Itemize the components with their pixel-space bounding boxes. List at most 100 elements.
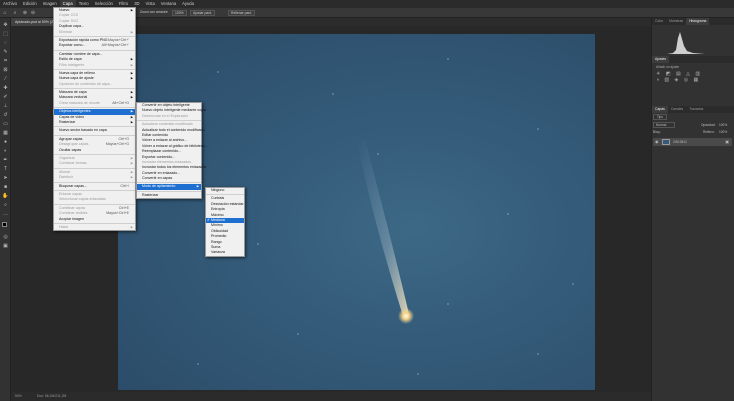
tab-histogram[interactable]: Histograma — [686, 18, 710, 25]
visibility-eye-icon[interactable]: ◉ — [655, 138, 659, 146]
menu-separator — [54, 68, 135, 70]
eraser-tool-icon[interactable]: ▭ — [2, 121, 9, 128]
quick-mask-icon[interactable]: ◎ — [2, 234, 9, 241]
menubar-item[interactable]: Vista — [143, 0, 158, 8]
scrubby-zoom-toggle[interactable]: Zoom con arrastre — [138, 10, 170, 16]
menu-item-label: Rango — [211, 239, 222, 244]
menu-item: Distribuir ▶ — [54, 175, 135, 180]
menu-separator — [54, 88, 135, 90]
adjustments-tabs: Ajustes — [652, 56, 734, 63]
menu-item-label: Filtro inteligente — [59, 62, 85, 67]
menu-item[interactable]: Rasterizar ▶ — [54, 120, 135, 125]
marquee-tool-icon[interactable]: ⬚ — [2, 31, 9, 38]
menu-item[interactable]: Ocultar capas — [54, 148, 135, 153]
lasso-tool-icon[interactable]: ◌ — [2, 40, 9, 47]
more-tools-icon[interactable]: … — [2, 211, 9, 218]
dodge-tool-icon[interactable]: ◐ — [2, 148, 9, 155]
screen-mode-icon[interactable]: ▣ — [2, 243, 9, 250]
submenu-arrow-icon: ▶ — [130, 224, 133, 229]
healing-brush-icon[interactable]: ✚ — [2, 85, 9, 92]
tab-swatches[interactable]: Muestras — [666, 18, 686, 25]
menu-item[interactable]: Bloquear capas... Ctrl+/ — [54, 184, 135, 189]
menu-item-label: Modo de apilamiento — [142, 184, 176, 189]
menu-item[interactable]: Varianza — [206, 250, 244, 255]
menu-item[interactable]: Acoplar imagen — [54, 217, 135, 222]
menu-item-label: Incrustar todos los elementos enlazados — [142, 165, 207, 170]
crop-tool-icon[interactable]: ⌗ — [2, 58, 9, 65]
fill-value[interactable]: 100% — [719, 129, 727, 136]
frame-tool-icon[interactable]: ⊠ — [2, 67, 9, 74]
gradient-tool-icon[interactable]: ▦ — [2, 130, 9, 137]
smart-object-icon: ▣ — [725, 139, 729, 144]
menu-item: Crear máscara de recorte Alt+Ctrl+G — [54, 101, 135, 106]
zoom-in-icon[interactable]: ⊕ — [22, 10, 28, 16]
menu-item-label: Capas de vídeo — [59, 114, 85, 119]
layer-name[interactable]: ZW13812 — [673, 138, 687, 146]
move-tool-icon[interactable]: ✥ — [2, 22, 9, 29]
clone-stamp-icon[interactable]: ⊥ — [2, 103, 9, 110]
menu-item-label: Convertir en capas — [142, 176, 173, 181]
menu-item-label: Cambiar nombre de capa... — [59, 51, 103, 56]
history-brush-icon[interactable]: ↺ — [2, 112, 9, 119]
menu-separator — [54, 189, 135, 191]
path-select-icon[interactable]: ➤ — [2, 175, 9, 182]
menubar-item[interactable]: Ayuda — [179, 0, 197, 8]
pen-tool-icon[interactable]: ✒ — [2, 157, 9, 164]
tab-channels[interactable]: Canales — [668, 106, 686, 113]
submenu-arrow-icon: ▶ — [196, 184, 199, 189]
layer-kind-filter[interactable]: Tipo — [653, 114, 732, 121]
adjustment-icons[interactable]: ☀ ◩ ▤ ◬ ▥ ◑ ▧ ◈ ◎ ▦ — [656, 71, 726, 85]
shortcut-label: Ctrl+/ — [120, 183, 129, 188]
blur-tool-icon[interactable]: ● — [2, 139, 9, 146]
tab-adjustments[interactable]: Ajustes — [652, 56, 670, 63]
menu-item-label: Ninguno — [211, 188, 225, 192]
menu-item: Desvincular en el Explorador — [137, 114, 201, 119]
menubar-item[interactable]: Archivo — [0, 0, 20, 8]
tab-color[interactable]: Color — [652, 18, 666, 25]
menu-item-label: Exportar contenido... — [142, 154, 176, 159]
lock-label: Bloq.: — [653, 130, 662, 134]
zoom-tool-icon[interactable]: ⌕ — [12, 10, 18, 16]
zoom-out-icon[interactable]: ⊖ — [30, 10, 36, 16]
menu-separator — [54, 153, 135, 155]
menubar-item[interactable]: Ventana — [158, 0, 179, 8]
menu-item[interactable]: Exportar como... Alt+Mayús+Ctrl+' — [54, 43, 135, 48]
menu-item-label: Rasterizar — [59, 120, 76, 125]
menu-item[interactable]: Convertir en capas — [137, 176, 201, 181]
menu-separator — [137, 182, 201, 184]
fit-screen-button[interactable]: Ajustar pant. — [190, 10, 216, 16]
quick-select-tool-icon[interactable]: ✎ — [2, 49, 9, 56]
menu-item[interactable]: Nuevo sector basado en capa — [54, 128, 135, 133]
foreground-color-swatch[interactable] — [2, 222, 7, 227]
blend-mode-select[interactable]: Normal — [653, 122, 676, 128]
menu-item-label: Volver a enlazar al archivo... — [142, 138, 188, 143]
menu-separator — [54, 167, 135, 169]
tab-paths[interactable]: Trazados — [686, 106, 706, 113]
menu-item-label: Curtosis — [211, 196, 225, 201]
zoom-level[interactable]: 50% — [15, 392, 22, 401]
menu-item-label: Copiar SVG — [59, 18, 79, 23]
menubar-item[interactable]: Edición — [20, 0, 40, 8]
menu-item[interactable]: Rasterizar — [137, 193, 201, 198]
menu-item-label: Editar contenido — [142, 132, 168, 137]
menu-item-label: Nueva capa de relleno — [59, 70, 95, 75]
layer-row[interactable]: ◉ ZW13812 ▣ — [653, 138, 732, 146]
opacity-label: Opacidad: — [701, 123, 716, 127]
type-tool-icon[interactable]: T — [2, 166, 9, 173]
opacity-value[interactable]: 100% — [719, 122, 727, 129]
eyedropper-tool-icon[interactable]: ⁄ — [2, 76, 9, 83]
zoom-tool-panel-icon[interactable]: ⌕ — [2, 202, 9, 209]
fill-screen-button[interactable]: Rellenar pant. — [228, 10, 256, 16]
brush-tool-icon[interactable]: ✐ — [2, 94, 9, 101]
menu-item[interactable]: Modo de apilamiento ▶ — [137, 184, 201, 190]
rectangle-tool-icon[interactable]: ■ — [2, 184, 9, 191]
home-icon[interactable]: ⌂ — [2, 10, 8, 16]
histogram-graph — [667, 32, 705, 54]
hand-tool-icon[interactable]: ✋ — [2, 193, 9, 200]
comet-photo[interactable] — [118, 34, 595, 390]
menu-item-label: Objetos inteligentes — [59, 109, 91, 114]
add-adjustment-label: Añadir un ajuste — [656, 65, 680, 69]
menu-item[interactable]: Ninguno — [206, 188, 244, 193]
zoom-100-button[interactable]: 100% — [172, 10, 187, 16]
tab-layers[interactable]: Capas — [652, 106, 668, 113]
